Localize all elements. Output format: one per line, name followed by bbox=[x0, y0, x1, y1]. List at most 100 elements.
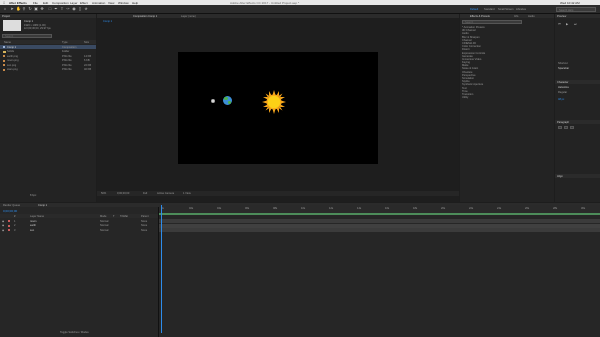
menu-view[interactable]: View bbox=[108, 1, 114, 5]
views-select[interactable]: 1 View bbox=[183, 192, 191, 195]
rect-icon[interactable]: □ bbox=[48, 7, 52, 11]
layer-mode-select[interactable]: Normal bbox=[100, 224, 108, 227]
apple-icon[interactable]:  bbox=[3, 1, 5, 5]
project-item-name: Solids bbox=[7, 50, 15, 54]
label-color-swatch[interactable] bbox=[8, 224, 10, 227]
preview-section[interactable]: Preview bbox=[557, 15, 566, 18]
workspace-standard[interactable]: Standard bbox=[484, 8, 495, 11]
font-style-select[interactable]: Regular bbox=[558, 91, 567, 94]
moon-layer[interactable] bbox=[211, 99, 215, 103]
work-area-bar[interactable] bbox=[159, 213, 600, 215]
current-time[interactable]: 0;00;00;00 bbox=[117, 192, 129, 195]
timeline-timecode[interactable]: 0;00;00;00 bbox=[3, 209, 17, 213]
resolution-select[interactable]: Full bbox=[143, 192, 147, 195]
workspace-default[interactable]: Default bbox=[470, 8, 478, 11]
brush-icon[interactable]: ✑ bbox=[66, 7, 70, 11]
shortcut-label: Shortcut bbox=[558, 62, 568, 65]
puppet-icon[interactable]: ✯ bbox=[84, 7, 88, 11]
col-layer-name[interactable]: Layer Name bbox=[30, 215, 44, 218]
bit-depth-button[interactable]: 8 bpc bbox=[30, 194, 36, 197]
label-color-swatch[interactable] bbox=[8, 220, 10, 222]
comp-canvas[interactable] bbox=[178, 52, 378, 164]
layer-duration-bar[interactable] bbox=[159, 228, 600, 232]
effects-tab[interactable]: Effects & Presets bbox=[470, 15, 490, 18]
menu-effect[interactable]: Effect bbox=[80, 1, 88, 5]
project-tab[interactable]: Project bbox=[2, 15, 10, 18]
layer-mode-select[interactable]: Normal bbox=[100, 229, 108, 232]
layer-parent-select[interactable]: None bbox=[141, 229, 147, 232]
align-section[interactable]: Align bbox=[557, 175, 563, 178]
menu-composition[interactable]: Composition bbox=[52, 1, 69, 5]
col-size[interactable]: Size bbox=[84, 41, 89, 44]
pan-icon[interactable]: ✥ bbox=[40, 7, 44, 11]
camera-select[interactable]: Active Camera bbox=[157, 192, 174, 195]
menu-animation[interactable]: Animation bbox=[92, 1, 105, 5]
app-name[interactable]: After Effects bbox=[9, 1, 27, 5]
toggle-switches-modes[interactable]: Toggle Switches / Modes bbox=[60, 331, 89, 334]
pen-icon[interactable]: ✒ bbox=[54, 7, 58, 11]
current-time-indicator[interactable] bbox=[161, 205, 162, 333]
effects-category[interactable]: Utility bbox=[462, 96, 552, 99]
font-family-select[interactable]: Helvetica bbox=[558, 86, 569, 89]
layer-mode-select[interactable]: Normal bbox=[100, 220, 108, 223]
layer-name[interactable]: sun bbox=[30, 229, 34, 232]
layer-tab[interactable]: Layer (none) bbox=[181, 15, 196, 18]
time-ruler[interactable]: 0s 02s 04s 06s 08s 10s 12s 14s 16s 18s 2… bbox=[159, 205, 600, 213]
arrow-icon[interactable]: ➤ bbox=[10, 7, 14, 11]
menu-window[interactable]: Window bbox=[118, 1, 129, 5]
rotate-icon[interactable]: ↻ bbox=[28, 7, 32, 11]
project-item-type: Folder bbox=[62, 50, 70, 54]
paragraph-section[interactable]: Paragraph bbox=[557, 121, 569, 124]
home-icon[interactable]: ⌂ bbox=[3, 7, 7, 11]
layer-parent-select[interactable]: None bbox=[141, 220, 147, 223]
help-search-input[interactable]: Search Help bbox=[556, 7, 596, 12]
workspace-libraries[interactable]: Libraries bbox=[516, 8, 526, 11]
visibility-eye-icon[interactable]: ◉ bbox=[2, 224, 4, 227]
menu-layer[interactable]: Layer bbox=[70, 1, 78, 5]
layer-name[interactable]: moon bbox=[30, 220, 37, 223]
menu-file[interactable]: File bbox=[33, 1, 38, 5]
play-icon[interactable]: ▶ bbox=[566, 22, 568, 26]
info-tab[interactable]: Info bbox=[514, 15, 518, 18]
zoom-level[interactable]: 50% bbox=[101, 192, 106, 195]
hand-icon[interactable]: ✋ bbox=[16, 7, 21, 11]
sun-layer[interactable] bbox=[262, 90, 286, 114]
font-size-field[interactable]: 48 px bbox=[558, 98, 564, 101]
last-frame-icon[interactable]: ⏭ bbox=[574, 22, 577, 26]
layer-duration-bar[interactable] bbox=[159, 219, 600, 223]
audio-tab[interactable]: Audio bbox=[528, 15, 535, 18]
comp-timeline-tab[interactable]: Comp 1 bbox=[38, 204, 47, 207]
text-icon[interactable]: T bbox=[60, 7, 64, 11]
comp-breadcrumb[interactable]: Comp 1 bbox=[103, 20, 112, 23]
project-search-input[interactable]: Search bbox=[2, 34, 52, 38]
earth-layer[interactable] bbox=[223, 96, 232, 105]
effects-search-input[interactable]: Search bbox=[462, 20, 522, 24]
character-section[interactable]: Character bbox=[557, 81, 568, 84]
project-item-name: moon.png bbox=[7, 59, 19, 63]
layer-duration-bar[interactable] bbox=[159, 223, 600, 228]
visibility-eye-icon[interactable]: ◉ bbox=[2, 220, 4, 223]
project-column-header: Name Type Size bbox=[0, 40, 96, 44]
label-color-swatch[interactable] bbox=[8, 229, 10, 231]
col-name[interactable]: Name bbox=[4, 41, 11, 44]
project-item[interactable]: stars.png PNG file 40 KB bbox=[0, 68, 96, 72]
render-queue-tab[interactable]: Render Queue bbox=[3, 204, 20, 207]
align-center-icon[interactable] bbox=[564, 126, 568, 129]
visibility-eye-icon[interactable]: ◉ bbox=[2, 229, 4, 232]
workspace-small[interactable]: Small Screen bbox=[498, 8, 513, 11]
zoom-icon[interactable]: ⚲ bbox=[22, 7, 26, 11]
eraser-icon[interactable]: ▯ bbox=[78, 7, 82, 11]
clone-icon[interactable]: ◉ bbox=[72, 7, 76, 11]
layer-name[interactable]: earth bbox=[30, 224, 36, 227]
align-left-icon[interactable] bbox=[558, 126, 562, 129]
camera-icon[interactable]: ▣ bbox=[34, 7, 38, 11]
menu-edit[interactable]: Edit bbox=[43, 1, 48, 5]
comp-tab[interactable]: Composition Comp 1 bbox=[133, 15, 157, 18]
layer-parent-select[interactable]: None bbox=[141, 224, 147, 227]
col-type[interactable]: Type bbox=[62, 41, 68, 44]
align-right-icon[interactable] bbox=[570, 126, 574, 129]
layer-row[interactable]: ◉ 3 sun Normal None bbox=[0, 228, 158, 232]
first-frame-icon[interactable]: ⏮ bbox=[558, 22, 561, 26]
shortcut-select[interactable]: Spacebar bbox=[558, 67, 569, 70]
menu-help[interactable]: Help bbox=[132, 1, 138, 5]
